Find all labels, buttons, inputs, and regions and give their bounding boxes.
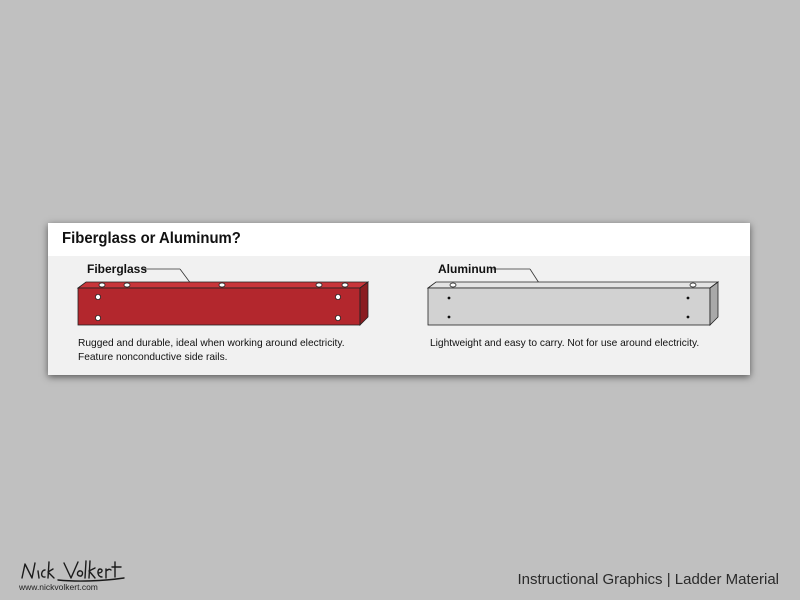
signature-url: www.nickvolkert.com (19, 582, 98, 592)
fiberglass-label: Fiberglass (87, 262, 148, 276)
card-title: Fiberglass or Aluminum? (62, 230, 241, 247)
aluminum-rail-end (709, 281, 719, 326)
fiberglass-caption-line: Rugged and durable, ideal when working a… (78, 338, 345, 349)
fiberglass-caption-line: Feature nonconductive side rails. (78, 352, 228, 363)
fiberglass-caption: Rugged and durable, ideal when working a… (78, 337, 345, 365)
fiberglass-rail-web (77, 287, 361, 326)
footer-caption: Instructional Graphics | Ladder Material (517, 571, 779, 588)
aluminum-caption-line: Lightweight and easy to carry. Not for u… (430, 338, 700, 349)
aluminum-rail-web (427, 287, 711, 326)
aluminum-label: Aluminum (438, 262, 497, 276)
aluminum-rail-top-flange (426, 281, 720, 289)
fiberglass-rail-end (359, 281, 369, 326)
aluminum-caption: Lightweight and easy to carry. Not for u… (430, 337, 699, 351)
card-header: Fiberglass or Aluminum? (48, 223, 750, 256)
